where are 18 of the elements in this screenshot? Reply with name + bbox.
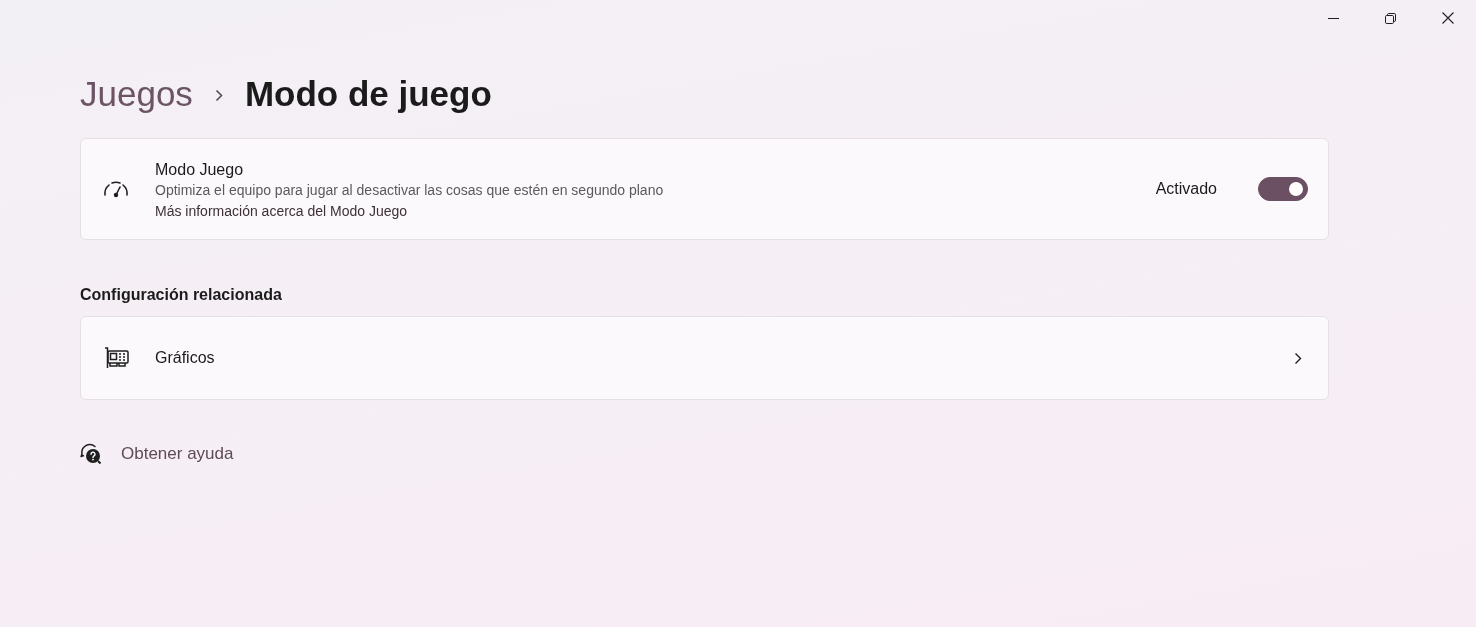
graphics-settings-row[interactable]: Gráficos: [80, 316, 1329, 400]
minimize-icon: [1328, 17, 1339, 19]
chevron-right-icon: [214, 89, 223, 102]
setting-description: Optimiza el equipo para jugar al desactivar las cosas que estén en segundo plano: [155, 180, 664, 200]
gauge-icon: [103, 179, 129, 199]
restore-icon: [1385, 12, 1396, 24]
setting-title: Modo Juego: [155, 159, 244, 180]
toggle-state-label: Activado: [1155, 180, 1217, 198]
chevron-right-icon: [1294, 351, 1302, 365]
graphics-card-icon: [104, 347, 129, 369]
learn-more-link[interactable]: Más información acerca del Modo Juego: [155, 199, 408, 222]
toggle-switch[interactable]: [1258, 177, 1308, 201]
section-heading: Configuración relacionada: [80, 285, 283, 305]
help-icon: [80, 443, 101, 464]
close-icon: [1441, 12, 1454, 24]
page-title: Modo de juego: [244, 73, 492, 115]
breadcrumb-link[interactable]: Juegos: [80, 70, 193, 118]
get-help-link[interactable]: Obtener ayuda: [80, 443, 234, 464]
